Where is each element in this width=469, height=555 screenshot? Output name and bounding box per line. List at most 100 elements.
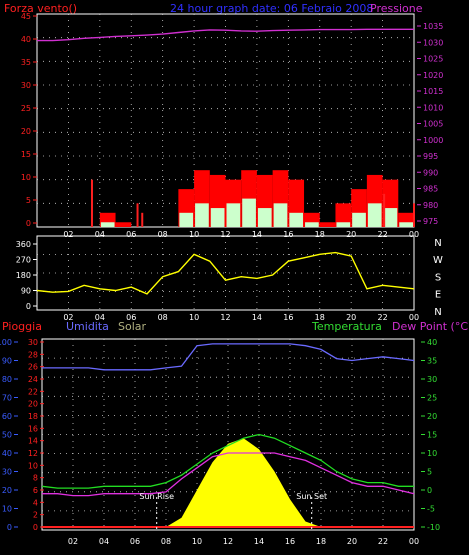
wind-tick-label: 25 [21, 104, 31, 113]
avg-wind-bar [336, 222, 351, 227]
rain-label: Pioggia [2, 320, 42, 333]
pressure-tick-label: 1035 [423, 22, 443, 31]
rain-tick-label: 26 [28, 363, 38, 372]
humidity-tick-label: 90 [2, 357, 12, 366]
rain-tick-label: 8 [33, 474, 38, 483]
humidity-tick-label: 70 [2, 394, 12, 403]
pressure-tick-label: 975 [423, 217, 438, 226]
x-tick-label: 08 [158, 230, 168, 239]
humidity-line [42, 343, 415, 371]
x-tick-label: 08 [161, 537, 171, 546]
x-tick-label: 22 [377, 230, 387, 239]
gust-bar [319, 222, 336, 227]
pressure-tick-label: 1005 [423, 120, 443, 129]
x-tick-label: 12 [220, 230, 230, 239]
pressure-tick-label: 985 [423, 185, 438, 194]
pressure-tick-label: 990 [423, 168, 438, 177]
x-tick-label: 04 [95, 230, 105, 239]
x-tick-label: 14 [252, 313, 262, 322]
temperature-tick-label: 20 [427, 412, 437, 421]
avg-wind-bar [399, 222, 413, 227]
avg-wind-bar [289, 212, 304, 227]
direction-tick-label: 0 [26, 302, 31, 311]
temperature-tick-label: 35 [427, 357, 437, 366]
compass-label: N [434, 307, 441, 318]
direction-tick-label: 180 [16, 271, 31, 280]
wind-tick-label: 45 [21, 12, 31, 21]
wind-tick-label: 35 [21, 58, 31, 67]
x-tick-label: 02 [68, 537, 78, 546]
avg-wind-bar [305, 222, 319, 227]
rain-tick-label: 24 [28, 375, 38, 384]
temperature-tick-label: 10 [427, 449, 437, 458]
rain-tick-label: 16 [28, 424, 38, 433]
rain-tick-label: 10 [28, 461, 38, 470]
avg-wind-bar [352, 212, 366, 227]
humidity-tick-label: 80 [2, 375, 12, 384]
direction-line [36, 251, 415, 295]
wind-tick-label: 0 [26, 219, 31, 228]
sun-set-label: Sun Set [296, 492, 327, 501]
x-tick-label: 16 [283, 313, 293, 322]
x-tick-label: 20 [346, 230, 356, 239]
rain-tick-label: 12 [28, 449, 38, 458]
humidity-tick-label: 20 [2, 486, 12, 495]
wind-axis-title: Forza vento() [4, 2, 77, 15]
compass-label: S [435, 272, 441, 283]
pressure-tick-label: 995 [423, 152, 438, 161]
x-tick-label: 14 [252, 230, 262, 239]
temperature-tick-label: 0 [427, 486, 432, 495]
chart-title: 24 hour graph date: 06 Febraio 2008 [170, 2, 373, 15]
x-tick-label: 00 [409, 537, 419, 546]
wind-tick-label: 15 [21, 150, 31, 159]
x-tick-label: 06 [130, 537, 140, 546]
compass-label: N [434, 238, 441, 249]
x-tick-label: 04 [99, 537, 109, 546]
x-tick-label: 10 [192, 537, 202, 546]
avg-wind-bar [257, 208, 272, 227]
humidity-label: Umidita [66, 320, 109, 333]
x-tick-label: 08 [158, 313, 168, 322]
wind-tick-label: 5 [26, 196, 31, 205]
rain-humidity-temperature-chart: Pioggia Umidita Solar Temperatura Dew Po… [0, 320, 469, 546]
avg-wind-bar [179, 212, 194, 227]
pressure-tick-label: 1020 [423, 71, 443, 80]
rain-tick-label: 28 [28, 350, 38, 359]
pressure-tick-label: 980 [423, 201, 438, 210]
x-tick-label: 20 [347, 537, 357, 546]
x-tick-label: 22 [378, 537, 388, 546]
weather-graphs: Forza vento() 24 hour graph date: 06 Feb… [0, 2, 469, 546]
rain-tick-label: 4 [33, 498, 38, 507]
x-tick-label: 16 [285, 537, 295, 546]
wind-direction-chart: 360270180900NWSEN02 04 06 08 10 12 14 16 18 20 22 0… [16, 235, 443, 322]
temperature-tick-label: 40 [427, 338, 437, 347]
avg-wind-bar [100, 222, 115, 227]
x-tick-label: 18 [316, 537, 326, 546]
rain-tick-label: 6 [33, 486, 38, 495]
temperature-tick-label: -10 [427, 523, 440, 532]
humidity-tick-label: 40 [2, 449, 12, 458]
pressure-tick-label: 1030 [423, 38, 443, 47]
temperature-tick-label: 15 [427, 431, 437, 440]
humidity-tick-label: 60 [2, 412, 12, 421]
rain-tick-label: 14 [28, 437, 38, 446]
temperature-tick-label: -5 [427, 505, 435, 514]
humidity-tick-label: 10 [2, 505, 12, 514]
dewpoint-label: Dew Point (°C) [392, 320, 469, 333]
humidity-tick-label: 30 [2, 468, 12, 477]
pressure-tick-label: 1015 [423, 87, 443, 96]
gust-bar [115, 222, 132, 227]
pressure-tick-label: 1000 [423, 136, 443, 145]
avg-wind-bar [242, 198, 256, 227]
humidity-tick-label: 0 [7, 523, 12, 532]
direction-tick-label: 270 [16, 256, 31, 265]
x-tick-label: 12 [220, 313, 230, 322]
temperature-tick-label: 30 [427, 375, 437, 384]
compass-label: W [433, 255, 443, 266]
rain-tick-label: 2 [33, 511, 38, 520]
temperature-label: Temperatura [311, 320, 382, 333]
x-tick-label: 12 [223, 537, 233, 546]
humidity-tick-label: 50 [2, 431, 12, 440]
x-tick-label: 18 [315, 230, 325, 239]
rain-tick-label: 30 [28, 338, 38, 347]
